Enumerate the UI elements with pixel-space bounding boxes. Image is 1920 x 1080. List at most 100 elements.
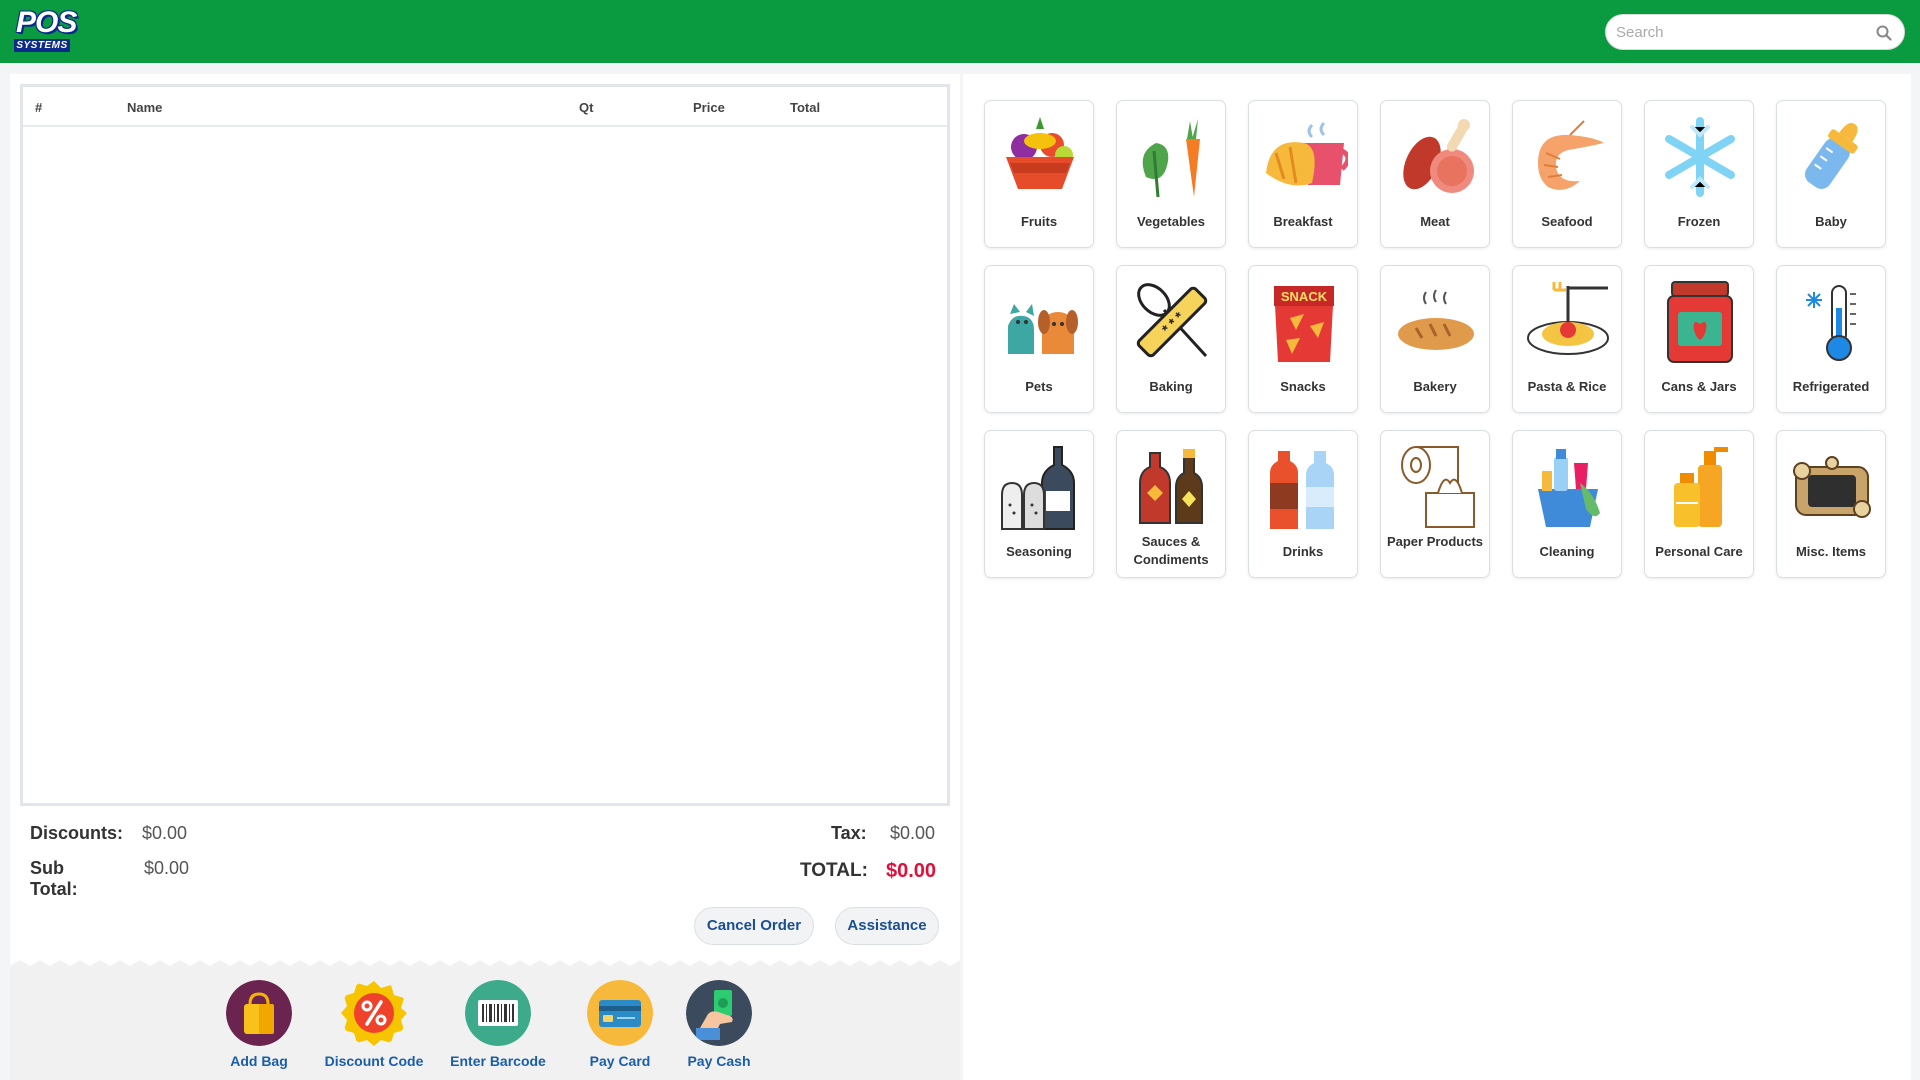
category-cleaning[interactable]: Cleaning xyxy=(1512,430,1622,578)
pay-card-button[interactable]: Pay Card xyxy=(565,980,675,1070)
shopping-bag-icon xyxy=(226,980,292,1046)
shrimp-icon xyxy=(1538,120,1604,190)
column-qty: Qt xyxy=(579,100,594,115)
category-bakery[interactable]: Bakery xyxy=(1380,265,1490,413)
search-input[interactable] xyxy=(1616,21,1866,43)
category-personal-care[interactable]: Personal Care xyxy=(1644,430,1754,578)
barcode-icon xyxy=(465,980,531,1046)
category-pasta-rice[interactable]: Pasta & Rice xyxy=(1512,265,1622,413)
category-meat[interactable]: Meat xyxy=(1380,100,1490,248)
svg-text:SNACK: SNACK xyxy=(1281,289,1328,304)
add-bag-button[interactable]: Add Bag xyxy=(204,980,314,1070)
add-bag-label: Add Bag xyxy=(230,1053,288,1069)
misc-board-icon xyxy=(1793,456,1871,518)
pay-cash-label: Pay Cash xyxy=(687,1053,751,1069)
category-drinks[interactable]: Drinks xyxy=(1248,430,1358,578)
top-bar: POS SYSTEMS xyxy=(0,0,1920,63)
salt-pepper-bottle-icon xyxy=(1001,446,1075,530)
order-panel: # Name Qt Price Total Discounts: $0.00 S… xyxy=(10,74,960,1080)
zigzag-divider xyxy=(10,960,960,972)
category-label: Misc. Items xyxy=(1795,544,1867,559)
category-label: Pasta & Rice xyxy=(1527,379,1607,394)
discounts-label: Discounts: xyxy=(30,823,124,843)
order-table-body xyxy=(23,129,947,803)
category-label: Sauces & Condiments xyxy=(1133,534,1209,567)
category-label: Breakfast xyxy=(1273,214,1333,229)
percent-badge-icon xyxy=(341,981,407,1046)
category-pets[interactable]: Pets xyxy=(984,265,1094,413)
category-seasoning[interactable]: Seasoning xyxy=(984,430,1094,578)
column-total: Total xyxy=(790,100,821,115)
credit-card-icon xyxy=(587,980,653,1046)
lotion-bottles-icon xyxy=(1674,447,1728,527)
meat-icon xyxy=(1403,119,1474,193)
enter-barcode-button[interactable]: Enter Barcode xyxy=(443,980,553,1070)
category-label: Baby xyxy=(1815,214,1847,229)
discount-code-button[interactable]: Discount Code xyxy=(319,980,429,1070)
subtotal-label: Sub Total: xyxy=(30,858,78,899)
category-seafood[interactable]: Seafood xyxy=(1512,100,1622,248)
drink-bottles-icon xyxy=(1270,451,1334,529)
category-baby[interactable]: Baby xyxy=(1776,100,1886,248)
column-name: Name xyxy=(127,100,163,115)
category-vegetables[interactable]: Vegetables xyxy=(1116,100,1226,248)
cancel-order-button[interactable]: Cancel Order xyxy=(694,907,814,945)
category-snacks[interactable]: SNACK Snacks xyxy=(1248,265,1358,413)
discount-code-label: Discount Code xyxy=(324,1053,424,1069)
snack-bag-icon: SNACK xyxy=(1274,286,1334,362)
category-label: Paper Products xyxy=(1386,534,1484,549)
assistance-button[interactable]: Assistance xyxy=(835,907,939,945)
category-label: Personal Care xyxy=(1655,544,1743,559)
baby-bottle-icon xyxy=(1804,123,1858,189)
column-price: Price xyxy=(693,100,725,115)
category-breakfast[interactable]: Breakfast xyxy=(1248,100,1358,248)
snowflake-icon xyxy=(1665,117,1735,197)
tax-label: Tax: xyxy=(831,823,867,843)
paper-towel-tissue-icon xyxy=(1401,446,1475,528)
discounts-value: $0.00 xyxy=(142,823,188,843)
category-refrigerated[interactable]: Refrigerated xyxy=(1776,265,1886,413)
category-label: Seasoning xyxy=(1006,544,1072,559)
category-label: Meat xyxy=(1420,214,1450,229)
action-dock: Add Bag Discount Code Enter Barcode Pay … xyxy=(10,960,960,1080)
croissant-coffee-icon xyxy=(1266,121,1348,186)
category-label: Cans & Jars xyxy=(1661,379,1737,394)
category-label: Frozen xyxy=(1677,214,1721,229)
total-value: $0.00 xyxy=(886,860,937,882)
pay-cash-button[interactable]: Pay Cash xyxy=(664,980,774,1070)
category-cans-jars[interactable]: Cans & Jars xyxy=(1644,265,1754,413)
category-label: Baking xyxy=(1149,379,1193,394)
magnifier-icon[interactable] xyxy=(1876,25,1892,41)
pasta-plate-icon xyxy=(1527,282,1609,355)
category-fruits[interactable]: Fruits xyxy=(984,100,1094,248)
cleaning-bucket-icon xyxy=(1538,449,1600,527)
category-panel: Fruits Vegetables Breakfast Meat Seafood… xyxy=(963,74,1911,1080)
logo-subtext: SYSTEMS xyxy=(14,39,70,52)
category-misc-items[interactable]: Misc. Items xyxy=(1776,430,1886,578)
logo-text: POS xyxy=(16,6,77,39)
pay-card-label: Pay Card xyxy=(589,1053,651,1069)
jam-jar-icon xyxy=(1667,281,1733,363)
category-baking[interactable]: * * * Baking xyxy=(1116,265,1226,413)
category-paper-products[interactable]: Paper Products xyxy=(1380,430,1490,578)
category-label: Fruits xyxy=(1020,214,1058,229)
whisk-rolling-pin-icon: * * * xyxy=(1136,283,1208,358)
sauce-bottles-icon xyxy=(1139,449,1203,524)
category-label: Bakery xyxy=(1413,379,1457,394)
category-label: Drinks xyxy=(1282,544,1324,559)
cat-dog-icon xyxy=(1008,304,1078,354)
tax-value: $0.00 xyxy=(890,823,936,843)
category-label: Refrigerated xyxy=(1792,379,1870,394)
thermometer-icon xyxy=(1806,285,1856,361)
pos-systems-logo[interactable]: POS SYSTEMS xyxy=(12,8,77,54)
category-frozen[interactable]: Frozen xyxy=(1644,100,1754,248)
cash-hand-icon xyxy=(686,980,752,1046)
enter-barcode-label: Enter Barcode xyxy=(450,1053,546,1069)
category-label: Cleaning xyxy=(1539,544,1595,559)
category-label: Vegetables xyxy=(1137,214,1205,229)
fruit-basket-icon xyxy=(1006,117,1074,189)
category-sauces-condiments[interactable]: Sauces & Condiments xyxy=(1116,430,1226,578)
category-label: Seafood xyxy=(1541,214,1593,229)
order-table: # Name Qt Price Total xyxy=(20,84,950,806)
bread-icon xyxy=(1398,289,1474,350)
